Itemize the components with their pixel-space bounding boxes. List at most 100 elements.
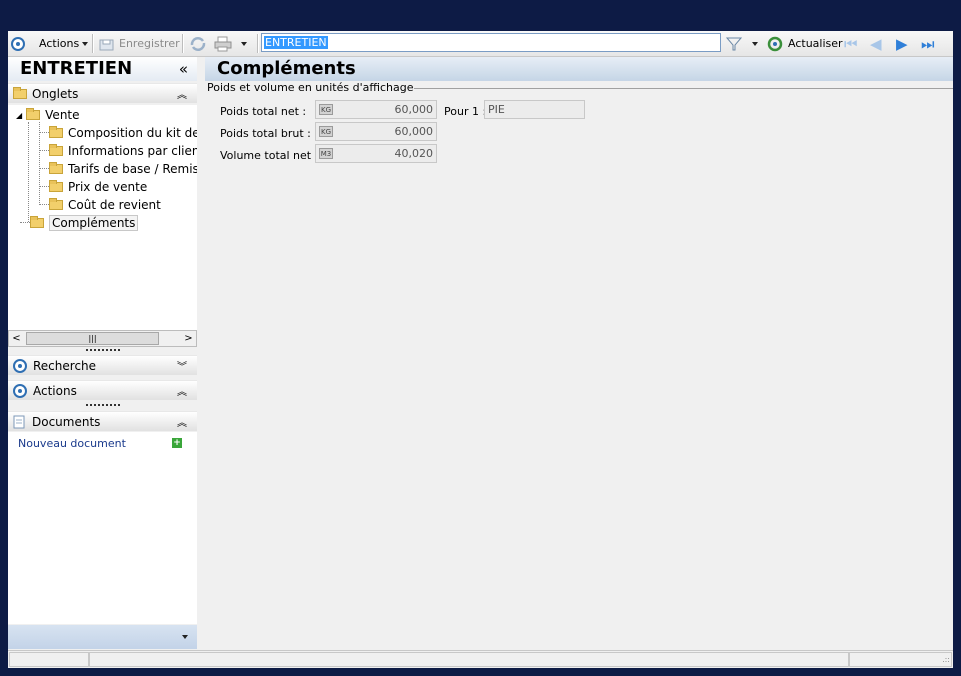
main-window: Actions Enregistrer ENTRETIEN Actualiser… (8, 31, 953, 668)
onglets-label: Onglets (32, 86, 79, 101)
refresh-icon (767, 36, 783, 51)
unit-kg-icon: KG (319, 126, 333, 137)
status-cell (89, 652, 849, 667)
open-folder-icon (30, 216, 44, 228)
pour-unit-value: PIE (488, 103, 505, 116)
search-input[interactable]: ENTRETIEN (264, 36, 328, 49)
folder-icon (49, 144, 63, 156)
resize-grip-icon[interactable]: .:: (942, 655, 950, 664)
print-icon (214, 36, 232, 51)
status-cell (849, 652, 952, 667)
folder-icon (49, 198, 63, 210)
tree-node-cout-revient[interactable]: Coût de revient (49, 196, 161, 214)
unit-m3-icon: M3 (319, 148, 333, 159)
folder-icon (13, 86, 27, 99)
refresh-button[interactable]: Actualiser (767, 31, 843, 56)
group-title: Poids et volume en unités d'affichage (207, 81, 414, 94)
print-dropdown-icon[interactable] (241, 41, 247, 46)
onglets-header[interactable]: Onglets ︽ (8, 83, 197, 103)
gross-weight-label: Poids total brut : (220, 127, 311, 140)
first-record-icon: ⏮ (844, 34, 858, 53)
left-panel-footer (8, 625, 197, 649)
folder-icon (26, 108, 41, 120)
documents-panel: Nouveau document + (8, 432, 197, 624)
tree-node-label: Tarifs de base / Remises (68, 162, 197, 176)
last-record-button[interactable]: ⏭ (921, 31, 935, 56)
document-icon (13, 415, 25, 428)
expand-icon[interactable]: ◢ (16, 111, 22, 120)
net-volume-field[interactable]: M3 40,020 (315, 144, 437, 163)
actions-menu-button[interactable]: Actions (11, 31, 89, 56)
sync-icon (190, 36, 206, 51)
actions-icon (11, 36, 25, 51)
net-weight-label: Poids total net : (220, 105, 307, 118)
save-label: Enregistrer (119, 37, 180, 50)
collapse-section-icon[interactable]: ︽ (177, 414, 187, 429)
search-field[interactable]: ENTRETIEN (261, 33, 721, 52)
record-title-text: ENTRETIEN (20, 58, 133, 79)
save-button[interactable]: Enregistrer (99, 31, 180, 56)
tree-node-label: Informations par client (68, 144, 197, 158)
toolbar: Actions Enregistrer ENTRETIEN Actualiser… (8, 31, 953, 57)
previous-record-button[interactable]: ◀ (870, 31, 882, 56)
tree-node-complements[interactable]: Compléments (30, 214, 139, 232)
net-weight-field[interactable]: KG 60,000 (315, 100, 437, 119)
gross-weight-field[interactable]: KG 60,000 (315, 122, 437, 141)
pour-label: Pour 1 : (444, 105, 487, 118)
actions-label: Actions (39, 37, 80, 50)
net-volume-label: Volume total net : (220, 149, 319, 162)
recherche-header[interactable]: Recherche ︾ (8, 355, 197, 375)
chevron-down-icon (82, 41, 89, 46)
tree-node-informations[interactable]: Informations par client (49, 142, 197, 160)
tree-node-prix-vente[interactable]: Prix de vente (49, 178, 147, 196)
weight-volume-group: Poids et volume en unités d'affichage (205, 81, 953, 94)
pour-unit-field[interactable]: PIE (484, 100, 585, 119)
new-document-link[interactable]: Nouveau document (18, 437, 126, 450)
status-cell (9, 652, 89, 667)
refresh-label: Actualiser (788, 37, 843, 50)
unit-kg-icon: KG (319, 104, 333, 115)
expand-section-icon[interactable]: ︾ (177, 358, 187, 373)
filter-button[interactable] (726, 31, 758, 56)
collapse-panel-icon[interactable]: « (179, 57, 188, 81)
scroll-thumb[interactable]: ||| (26, 332, 159, 345)
next-record-button[interactable]: ▶ (896, 31, 908, 56)
collapse-section-icon[interactable]: ︽ (177, 383, 187, 398)
first-record-button[interactable]: ⏮ (844, 31, 858, 56)
sync-button[interactable] (189, 31, 207, 56)
folder-icon (49, 126, 63, 138)
add-document-icon[interactable]: + (172, 438, 182, 448)
gross-weight-value: 60,000 (394, 125, 434, 138)
scroll-right-icon[interactable]: > (181, 331, 196, 346)
print-button[interactable] (213, 31, 247, 56)
scroll-left-icon[interactable]: < (9, 331, 24, 346)
page-title: Compléments (205, 57, 953, 81)
folder-icon (49, 162, 63, 174)
tree-node-tarifs[interactable]: Tarifs de base / Remises (49, 160, 197, 178)
tree-node-label: Vente (45, 108, 80, 122)
recherche-icon (13, 358, 27, 373)
chevron-down-icon[interactable] (182, 635, 188, 639)
splitter-grip[interactable] (86, 349, 120, 351)
splitter-grip[interactable] (86, 404, 120, 406)
tree-node-vente[interactable]: ◢ Vente (16, 106, 80, 124)
filter-icon (726, 37, 742, 50)
tree-node-label: Prix de vente (68, 180, 148, 194)
actions-header[interactable]: Actions ︽ (8, 380, 197, 400)
tabs-tree: ◢ Vente Composition du kit de v Informat… (8, 105, 197, 331)
folder-icon (49, 180, 63, 192)
documents-label: Documents (32, 414, 101, 429)
previous-record-icon: ◀ (870, 34, 882, 53)
tree-node-composition[interactable]: Composition du kit de v (49, 124, 197, 142)
documents-header[interactable]: Documents ︽ (8, 411, 197, 431)
tree-node-label: Composition du kit de v (68, 126, 197, 140)
status-bar: .:: (8, 650, 953, 668)
page-title-text: Compléments (217, 58, 356, 79)
actions-section-label: Actions (33, 383, 77, 398)
filter-dropdown-icon[interactable] (752, 41, 758, 46)
tree-horizontal-scrollbar[interactable]: < ||| > (8, 330, 197, 347)
next-record-icon: ▶ (896, 34, 908, 53)
collapse-section-icon[interactable]: ︽ (177, 86, 187, 101)
save-icon (99, 39, 114, 50)
net-weight-value: 60,000 (394, 103, 434, 116)
